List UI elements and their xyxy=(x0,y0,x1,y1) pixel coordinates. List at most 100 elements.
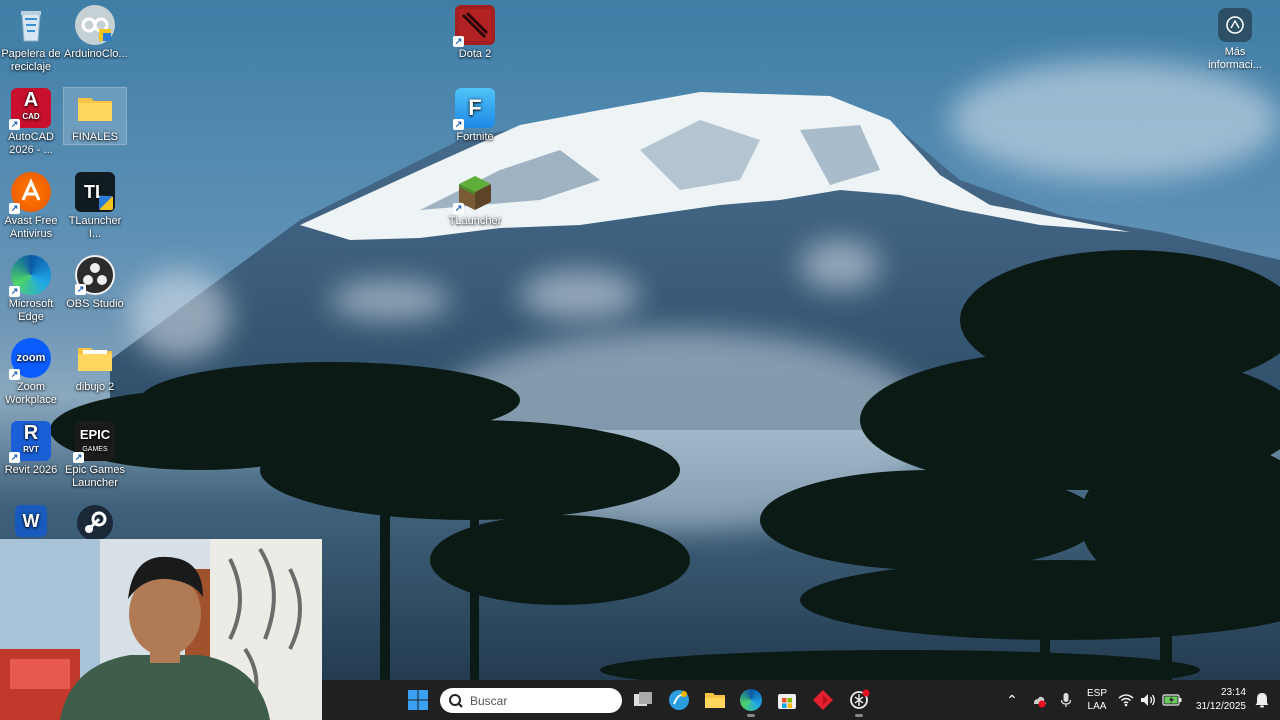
minecraft-grass-icon: ↗ xyxy=(453,172,495,214)
notification-bell-icon xyxy=(1255,693,1269,708)
shortcut-arrow-icon: ↗ xyxy=(9,286,20,297)
desktop-icon-label: AutoCAD 2026 - ... xyxy=(8,131,54,156)
desktop-icon-label: Microsoft Edge xyxy=(8,298,54,323)
desktop-icon-avast[interactable]: ↗ Avast Free Antivirus xyxy=(0,172,62,241)
file-explorer-button[interactable] xyxy=(699,684,731,716)
running-indicator xyxy=(747,714,755,717)
microphone-icon xyxy=(1060,693,1072,707)
clock-button[interactable]: 23:14 31/12/2025 xyxy=(1186,680,1246,720)
folder-icon xyxy=(75,338,115,378)
folder-icon xyxy=(75,88,115,128)
shortcut-arrow-icon: ↗ xyxy=(453,119,464,130)
desktop-icon-epic-games[interactable]: EPIC GAMES ↗ Epic Games Launcher xyxy=(64,421,126,490)
shortcut-arrow-icon: ↗ xyxy=(9,452,20,463)
word-badge: W xyxy=(22,511,40,531)
desktop-icon-label: TLauncher I... xyxy=(68,215,122,240)
red-diamond-app-icon xyxy=(813,690,833,710)
desktop-icon-word[interactable]: W xyxy=(0,505,62,540)
webcam-person-image xyxy=(0,539,322,720)
info-widget-label: Más informaci... xyxy=(1208,46,1262,71)
desktop-icon-label: ArduinoClo... xyxy=(64,48,128,60)
battery-charging-icon xyxy=(1162,694,1182,706)
desktop-icon-autocad[interactable]: A CAD ↗ AutoCAD 2026 - ... xyxy=(0,88,62,157)
fortnite-icon: F ↗ xyxy=(453,88,495,130)
desktop-icon-label: Avast Free Antivirus xyxy=(4,215,58,240)
onedrive-alert-icon xyxy=(1034,696,1046,708)
windows-start-icon xyxy=(408,690,428,710)
task-view-icon xyxy=(634,692,652,706)
quick-settings-button[interactable] xyxy=(1118,680,1182,720)
desktop-icon-label: dibujo 2 xyxy=(75,381,115,393)
desktop-icon-tlauncher-installer[interactable]: TL TLauncher I... xyxy=(64,172,126,241)
search-icon xyxy=(449,693,463,708)
shortcut-arrow-icon: ↗ xyxy=(73,452,84,463)
clock-time: 23:14 xyxy=(1220,687,1246,698)
running-indicator xyxy=(855,714,863,717)
notifications-button[interactable] xyxy=(1252,680,1272,720)
autocad-badge: A xyxy=(23,89,39,111)
shield-icon xyxy=(99,196,113,210)
show-hidden-icons-button[interactable]: ⌃ xyxy=(1002,680,1022,720)
revit-icon: R RVT ↗ xyxy=(9,421,51,463)
taskbar-search-box[interactable]: Buscar xyxy=(440,688,622,713)
language-indicator[interactable]: ESP LAA xyxy=(1082,680,1112,720)
chevron-up-icon: ⌃ xyxy=(1006,691,1018,708)
desktop-icon-dota2[interactable]: ↗ Dota 2 xyxy=(444,5,506,61)
tlauncher-icon: TL xyxy=(75,172,115,212)
shortcut-arrow-icon: ↗ xyxy=(9,119,20,130)
obs-icon: ↗ xyxy=(75,255,115,295)
desktop[interactable]: Papelera de reciclaje A CAD ↗ AutoCAD 20… xyxy=(0,0,1280,720)
dota2-icon: ↗ xyxy=(453,5,495,47)
desktop-icon-edge[interactable]: ↗ Microsoft Edge xyxy=(0,255,62,324)
avast-icon: ↗ xyxy=(9,172,51,214)
desktop-icon-label: Revit 2026 xyxy=(4,464,58,476)
desktop-icon-label: OBS Studio xyxy=(66,298,124,310)
desktop-icon-arduino-cloud[interactable]: ArduinoClo... xyxy=(64,5,128,61)
shortcut-arrow-icon: ↗ xyxy=(75,284,86,295)
edge-taskbar-button[interactable] xyxy=(735,684,767,717)
start-button[interactable] xyxy=(402,684,434,716)
desktop-icon-zoom[interactable]: zoom ↗ Zoom Workplace xyxy=(0,338,62,407)
keyboard-layout: LAA xyxy=(1087,701,1107,712)
epic-badge: EPIC xyxy=(79,427,111,442)
shortcut-arrow-icon: ↗ xyxy=(453,36,464,47)
copilot-button[interactable] xyxy=(663,684,695,716)
webcam-overlay xyxy=(0,539,322,720)
desktop-icon-label: Papelera de reciclaje xyxy=(1,48,61,73)
steam-icon xyxy=(77,505,113,541)
autocad-icon: A CAD ↗ xyxy=(9,88,51,130)
desktop-icon-obs-studio[interactable]: ↗ OBS Studio xyxy=(64,255,126,311)
desktop-icon-tlauncher[interactable]: ↗ TLauncher xyxy=(444,172,506,228)
copilot-icon xyxy=(669,690,689,710)
wallpaper-info-widget[interactable]: Más informaci... xyxy=(1200,8,1270,72)
arduino-cloud-icon xyxy=(75,5,115,45)
clock-date: 31/12/2025 xyxy=(1195,701,1246,712)
desktop-icon-label: Fortnite xyxy=(456,131,494,143)
tray-security-button[interactable] xyxy=(1028,680,1050,720)
file-explorer-icon xyxy=(705,693,725,708)
desktop-icon-revit[interactable]: R RVT ↗ Revit 2026 xyxy=(0,421,62,477)
desktop-icon-label: Zoom Workplace xyxy=(5,381,57,406)
desktop-icon-label: Epic Games Launcher xyxy=(65,464,125,489)
shortcut-arrow-icon: ↗ xyxy=(453,203,464,214)
chatgpt-button[interactable] xyxy=(843,684,875,717)
desktop-icon-label: FINALES xyxy=(72,131,118,143)
edge-icon xyxy=(740,689,762,711)
desktop-icon-dibujo-folder[interactable]: dibujo 2 xyxy=(64,338,126,394)
desktop-icon-recycle-bin[interactable]: Papelera de reciclaje xyxy=(0,5,62,74)
shortcut-arrow-icon: ↗ xyxy=(9,203,20,214)
volume-icon xyxy=(1141,694,1155,706)
desktop-icon-fortnite[interactable]: F ↗ Fortnite xyxy=(444,88,506,144)
microsoft-store-icon xyxy=(778,694,796,709)
wifi-icon xyxy=(1118,694,1134,707)
red-app-button[interactable] xyxy=(807,684,839,716)
task-view-button[interactable] xyxy=(627,684,659,716)
microphone-button[interactable] xyxy=(1056,680,1076,720)
word-icon: W xyxy=(15,505,47,537)
epic-games-icon: EPIC GAMES ↗ xyxy=(73,421,115,463)
chatgpt-icon xyxy=(850,689,870,709)
language-code: ESP xyxy=(1086,688,1107,699)
microsoft-store-button[interactable] xyxy=(771,684,803,716)
desktop-icon-label: Dota 2 xyxy=(458,48,492,60)
desktop-icon-finales-folder[interactable]: FINALES xyxy=(63,87,127,145)
